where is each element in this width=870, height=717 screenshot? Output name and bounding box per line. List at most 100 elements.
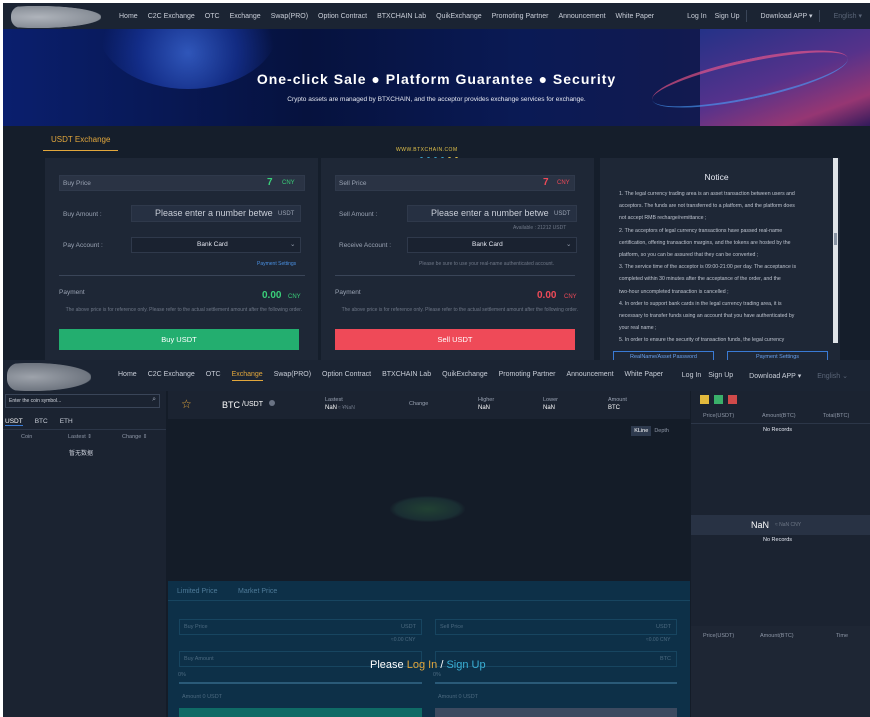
nav-item-otc[interactable]: OTC xyxy=(206,371,221,381)
col-latest[interactable]: Lastest ⇕ xyxy=(68,434,92,440)
chevron-down-icon: ⌄ xyxy=(842,372,848,380)
notice-line: 3. The service time of the acceptor is 0… xyxy=(619,264,797,271)
buy-amount-label: Buy Amount xyxy=(184,656,214,662)
nav-item-whitepaper[interactable]: White Paper xyxy=(616,13,655,20)
chart-tabs: KLine Depth xyxy=(631,426,672,436)
banner-subtitle: Crypto assets are managed by BTXCHAIN, a… xyxy=(287,96,586,103)
buy-percent: 0% xyxy=(178,672,186,678)
pay-account-label: Pay Account : xyxy=(63,242,103,249)
nav-item-swap[interactable]: Swap(PRO) xyxy=(271,13,308,20)
nav-item-quik[interactable]: QuikExchange xyxy=(436,13,482,20)
download-app-menu[interactable]: Download APP ▾ xyxy=(761,12,813,20)
nav-item-partner[interactable]: Promoting Partner xyxy=(499,371,556,381)
notice-panel: Notice 1. The legal currency trading are… xyxy=(600,158,840,360)
order-form: Limited Price Market Price Buy Price USD… xyxy=(168,581,690,717)
language-menu[interactable]: English ⌄ xyxy=(817,372,848,380)
buy-price-input[interactable] xyxy=(179,619,422,635)
buy-usdt-button[interactable]: Buy USDT xyxy=(59,329,299,350)
sell-price-value: 7 xyxy=(543,177,549,188)
buy-price-label: Buy Price xyxy=(184,624,208,630)
nav-item-c2c[interactable]: C2C Exchange xyxy=(148,13,195,20)
view-sell-icon[interactable] xyxy=(728,395,737,404)
nav-item-swap[interactable]: Swap(PRO) xyxy=(274,371,311,381)
sell-usdt-button[interactable]: Sell USDT xyxy=(335,329,575,350)
tab-usdt[interactable]: USDT xyxy=(5,418,23,426)
buy-price-value: 7 xyxy=(267,177,273,188)
divider xyxy=(818,10,820,22)
watermark-logo xyxy=(390,496,465,522)
sell-price-currency: CNY xyxy=(557,180,570,186)
top-navbar: Home C2C Exchange OTC Exchange Swap(PRO)… xyxy=(3,360,870,391)
tab-depth[interactable]: Depth xyxy=(651,426,672,436)
signup-link[interactable]: Sign Up xyxy=(708,372,733,379)
buy-amount-label: Buy Amount : xyxy=(63,211,102,218)
notice-line: 2. The acceptors of legal currency trans… xyxy=(619,227,783,234)
notice-line: 4. In order to support bank cards in the… xyxy=(619,300,782,307)
sell-slider[interactable] xyxy=(435,682,677,684)
nav-item-home[interactable]: Home xyxy=(118,371,137,381)
login-link[interactable]: Log In xyxy=(687,13,706,20)
login-prompt-login-link[interactable]: Log In xyxy=(407,659,438,671)
nav-menu: Home C2C Exchange OTC Exchange Swap(PRO)… xyxy=(118,371,674,381)
notice-line: your real name ; xyxy=(619,325,657,332)
tab-usdt-exchange[interactable]: USDT Exchange xyxy=(43,135,119,151)
chevron-down-icon: ▾ xyxy=(797,372,802,380)
col-coin[interactable]: Coin xyxy=(21,434,32,440)
buy-price-currency: CNY xyxy=(282,180,295,186)
logo[interactable] xyxy=(11,6,101,28)
tab-eth[interactable]: ETH xyxy=(60,418,73,426)
nav-menu: Home C2C Exchange OTC Exchange Swap(PRO)… xyxy=(119,13,664,20)
tab-btc[interactable]: BTC xyxy=(35,418,48,426)
sell-button[interactable] xyxy=(435,708,677,717)
info-icon[interactable] xyxy=(269,400,275,406)
divider xyxy=(691,423,870,424)
view-all-icon[interactable] xyxy=(700,395,709,404)
change-label: Change xyxy=(409,401,429,407)
kline-chart-area[interactable]: KLine Depth xyxy=(168,421,690,579)
login-link[interactable]: Log In xyxy=(682,372,701,379)
logo[interactable] xyxy=(7,363,91,391)
sell-panel: Sell Price 7 CNY Sell Amount : Please en… xyxy=(321,158,594,360)
real-name-hint: Please be sure to use your real-name aut… xyxy=(419,261,555,267)
nav-item-option[interactable]: Option Contract xyxy=(322,371,371,381)
nav-item-quik[interactable]: QuikExchange xyxy=(442,371,488,381)
scroll-thumb[interactable] xyxy=(834,233,837,245)
payment-settings-link[interactable]: Payment Settings xyxy=(257,261,296,267)
nav-item-exchange[interactable]: Exchange xyxy=(231,371,263,381)
notice-title: Notice xyxy=(704,172,729,182)
nav-item-announcement[interactable]: Announcement xyxy=(566,371,613,381)
nav-item-option[interactable]: Option Contract xyxy=(318,13,367,20)
language-label: English xyxy=(817,372,841,380)
nav-item-lab[interactable]: BTXCHAIN Lab xyxy=(382,371,431,381)
nav-item-whitepaper[interactable]: White Paper xyxy=(625,371,664,381)
nav-item-exchange[interactable]: Exchange xyxy=(230,13,261,20)
realname-asset-password-button[interactable]: RealName/Asset Password xyxy=(613,351,714,360)
nav-item-home[interactable]: Home xyxy=(119,13,138,20)
download-app-menu[interactable]: Download APP ▾ xyxy=(749,372,801,380)
coin-search-input[interactable]: Enter the coin symbol... ⌕ xyxy=(5,394,160,408)
orderbook-view-toggles xyxy=(700,395,737,404)
nav-item-c2c[interactable]: C2C Exchange xyxy=(148,371,195,381)
view-buy-icon[interactable] xyxy=(714,395,723,404)
nav-item-partner[interactable]: Promoting Partner xyxy=(492,13,549,20)
buy-slider[interactable] xyxy=(179,682,422,684)
notice-scrollbar[interactable] xyxy=(833,158,838,343)
buy-button[interactable] xyxy=(179,708,422,717)
tab-market-price[interactable]: Market Price xyxy=(238,588,277,595)
sell-price-input[interactable] xyxy=(435,619,677,635)
signup-link[interactable]: Sign Up xyxy=(715,13,740,20)
language-menu[interactable]: English ▾ xyxy=(834,12,862,20)
nav-item-announcement[interactable]: Announcement xyxy=(558,13,605,20)
market-tabs: USDT BTC ETH xyxy=(5,418,85,426)
tab-limited-price[interactable]: Limited Price xyxy=(177,588,217,595)
chevron-down-icon: ⌄ xyxy=(566,241,572,248)
payment-settings-button[interactable]: Payment Settings xyxy=(727,351,828,360)
nav-item-otc[interactable]: OTC xyxy=(205,13,220,20)
star-icon[interactable]: ☆ xyxy=(181,397,192,411)
tab-kline[interactable]: KLine xyxy=(631,426,652,436)
nav-item-lab[interactable]: BTXCHAIN Lab xyxy=(377,13,426,20)
login-prompt-signup-link[interactable]: Sign Up xyxy=(446,659,485,671)
notice-line: 5. In order to ensure the security of tr… xyxy=(619,337,785,344)
trade-col-price: Price(USDT) xyxy=(703,633,735,639)
col-change[interactable]: Change ⇕ xyxy=(122,434,147,440)
